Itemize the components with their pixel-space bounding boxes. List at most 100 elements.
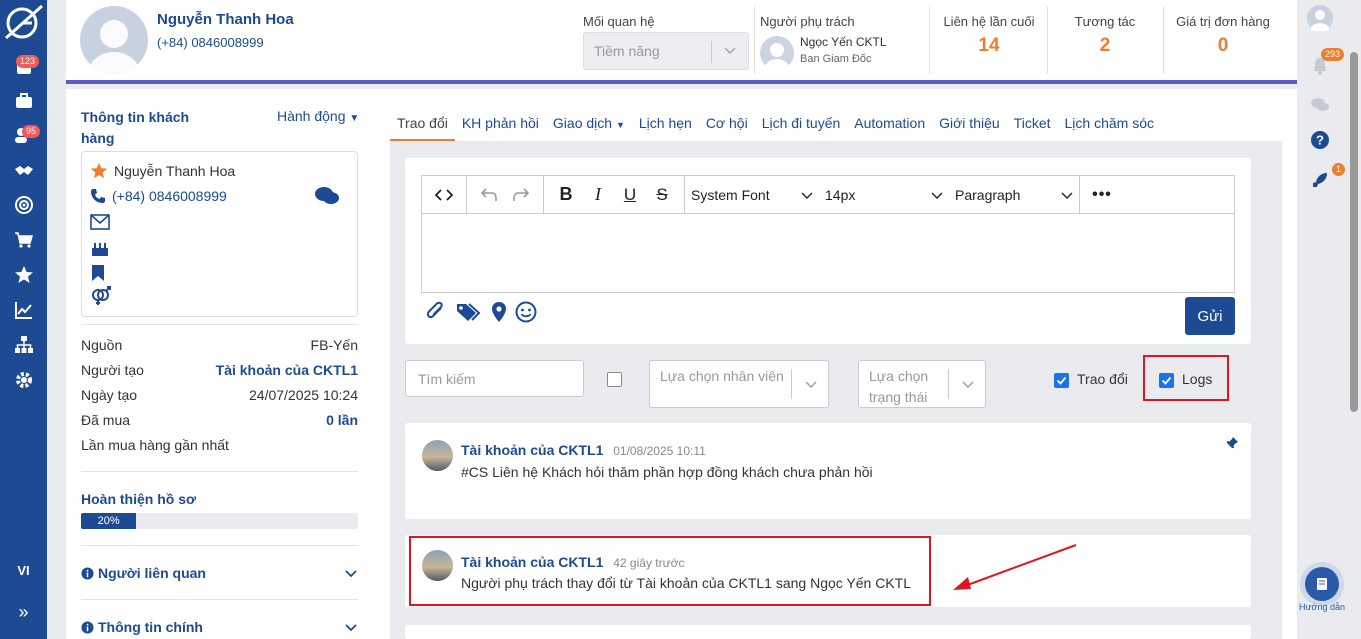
actions-label: Hành động xyxy=(277,108,346,124)
map-marker-icon[interactable] xyxy=(491,301,507,323)
stat-order-value-value: 0 xyxy=(1217,35,1229,56)
exchange-checkbox[interactable] xyxy=(1054,373,1069,388)
log-highlight-box xyxy=(409,536,931,606)
expand-nav-icon[interactable]: » xyxy=(0,602,47,623)
info-creator-value[interactable]: Tài khoản của CKTL1 xyxy=(216,362,358,378)
main-info-accordion[interactable]: Thông tin chính xyxy=(81,619,358,635)
info-source: Nguồn FB-Yến xyxy=(81,337,358,353)
updates-button[interactable] xyxy=(1306,166,1334,194)
customer-info-panel: Thông tin khách hàng Hành động ▼ Nguyễn … xyxy=(66,89,374,639)
comments-icon xyxy=(1311,98,1329,111)
info-purchased-label: Đã mua xyxy=(81,412,131,428)
actions-dropdown[interactable]: Hành động ▼ xyxy=(277,108,359,124)
info-created-date-label: Ngày tạo xyxy=(81,387,138,403)
staff-select[interactable]: Lựa chọn nhân viên xyxy=(649,360,829,408)
stat-order-value: Giá trị đơn hàng 0 xyxy=(1166,6,1280,74)
tags-icon[interactable] xyxy=(455,301,483,323)
nav-orders[interactable] xyxy=(0,225,47,255)
redo-button[interactable] xyxy=(505,180,537,210)
font-family-value: System Font xyxy=(691,186,770,203)
search-input[interactable]: Tìm kiếm xyxy=(405,360,584,397)
tab-routes[interactable]: Lịch đi tuyến xyxy=(755,115,848,141)
gender-icon[interactable] xyxy=(90,286,112,306)
tab-feedback[interactable]: KH phản hồi xyxy=(455,115,546,141)
font-family-select[interactable]: System Font xyxy=(685,180,819,210)
star-icon xyxy=(90,162,108,179)
nav-jobs[interactable] xyxy=(0,86,47,116)
related-people-accordion[interactable]: Người liên quan xyxy=(81,565,358,581)
logs-checkbox[interactable] xyxy=(1159,373,1174,388)
comments-icon[interactable] xyxy=(314,185,340,207)
chevron-down-icon xyxy=(801,192,813,199)
chevron-down-icon xyxy=(931,192,943,199)
tab-referral[interactable]: Giới thiệu xyxy=(932,115,1007,141)
check-icon xyxy=(1056,376,1067,385)
tab-appointments[interactable]: Lịch hẹn xyxy=(632,115,699,141)
logs-label: Logs xyxy=(1182,371,1213,387)
check-icon xyxy=(1161,376,1172,385)
message-input[interactable] xyxy=(421,213,1235,293)
select-all-checkbox[interactable] xyxy=(607,372,622,387)
feed-item xyxy=(405,625,1251,639)
paperclip-icon[interactable] xyxy=(425,301,447,323)
block-format-select[interactable]: Paragraph xyxy=(949,180,1079,210)
handshake-icon xyxy=(14,166,33,175)
nav-notes-badge: 123 xyxy=(16,55,40,68)
nav-deals[interactable] xyxy=(0,156,47,186)
smile-icon[interactable] xyxy=(515,301,537,323)
chat-button[interactable] xyxy=(1306,91,1334,119)
birthday-cake-icon[interactable] xyxy=(90,238,110,258)
status-select-placeholder: Lựa chọn trạng thái xyxy=(869,368,929,405)
contact-card: Nguyễn Thanh Hoa (+84) 0846008999 xyxy=(81,151,358,317)
language-switch[interactable]: VI xyxy=(0,563,47,578)
source-code-button[interactable] xyxy=(428,180,460,210)
owner-field: Người phụ trách Ngọc Yến CKTL Ban Giam Đ… xyxy=(760,6,930,74)
undo-button[interactable] xyxy=(473,180,505,210)
user-avatar[interactable] xyxy=(1306,4,1334,32)
tab-automation[interactable]: Automation xyxy=(847,115,932,141)
status-select[interactable]: Lựa chọn trạng thái xyxy=(858,360,986,408)
contact-phone[interactable]: (+84) 0846008999 xyxy=(112,188,227,204)
underline-button[interactable]: U xyxy=(614,180,646,210)
tab-transactions[interactable]: Giao dịch ▼ xyxy=(546,115,632,141)
star-icon xyxy=(14,266,33,283)
italic-button[interactable]: I xyxy=(582,180,614,210)
message-editor: B I U S System Font 14px Paragraph ••• G… xyxy=(405,158,1251,344)
send-button[interactable]: Gửi xyxy=(1185,297,1235,335)
bold-button[interactable]: B xyxy=(550,180,582,210)
chevron-down-icon xyxy=(805,381,817,389)
envelope-icon[interactable] xyxy=(90,214,110,230)
tab-exchange[interactable]: Trao đổi xyxy=(390,115,455,141)
more-options-icon[interactable]: ••• xyxy=(1086,180,1118,210)
exchange-label: Trao đổi xyxy=(1077,371,1128,387)
nav-favorites[interactable] xyxy=(0,260,47,290)
owner-avatar xyxy=(760,36,794,70)
profile-completion-label: Hoàn thiện hồ sơ xyxy=(81,491,196,507)
info-creator-label: Người tạo xyxy=(81,362,144,378)
owner-name[interactable]: Ngọc Yến CKTL xyxy=(800,35,887,49)
strikethrough-button[interactable]: S xyxy=(646,180,678,210)
help-button[interactable]: ? xyxy=(1306,126,1334,154)
feed-author[interactable]: Tài khoản của CKTL1 01/08/2025 10:11 xyxy=(461,442,706,458)
bookmark-icon[interactable] xyxy=(90,264,106,282)
page-scrollbar[interactable] xyxy=(1350,52,1358,412)
app-logo-icon[interactable] xyxy=(2,2,44,42)
stat-interaction: Tương tác 2 xyxy=(1048,6,1162,74)
customer-phone[interactable]: (+84) 0846008999 xyxy=(157,35,264,50)
customer-info-title: Thông tin khách hàng xyxy=(81,109,190,146)
relation-field: Mối quan hệ Tiềm năng xyxy=(583,6,753,74)
nav-targets[interactable] xyxy=(0,190,47,220)
info-creator: Người tạo Tài khoản của CKTL1 xyxy=(81,362,358,378)
font-size-select[interactable]: 14px xyxy=(819,180,949,210)
guide-button[interactable]: Hướng dẫn xyxy=(1297,562,1347,612)
nav-org[interactable] xyxy=(0,330,47,360)
rocket-icon xyxy=(1313,173,1327,187)
arrow-annotation xyxy=(953,544,1077,590)
pin-icon[interactable] xyxy=(1225,436,1239,450)
nav-settings[interactable] xyxy=(0,365,47,395)
relation-select[interactable]: Tiềm năng xyxy=(583,32,749,70)
tab-ticket[interactable]: Ticket xyxy=(1007,115,1058,141)
nav-reports[interactable] xyxy=(0,295,47,325)
tab-opportunities[interactable]: Cơ hội xyxy=(699,115,755,141)
tab-care-schedule[interactable]: Lịch chăm sóc xyxy=(1058,115,1161,141)
